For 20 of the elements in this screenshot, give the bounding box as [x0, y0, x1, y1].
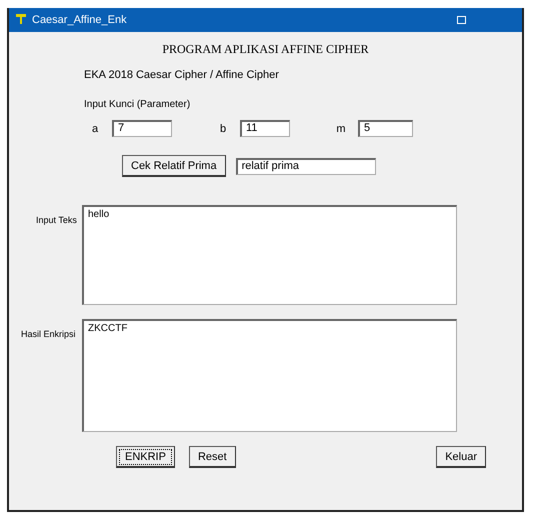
action-button[interactable]: Reset [188, 446, 236, 468]
output-text-area[interactable]: ZKCCTF [82, 319, 457, 432]
section-label: Input Kunci (Parameter) [84, 99, 192, 110]
heading: PROGRAM APLIKASI AFFINE CIPHER [161, 42, 370, 57]
param-label: a [90, 122, 100, 134]
result-field[interactable]: relatif prima [236, 158, 376, 174]
param-label: m [335, 122, 347, 134]
action-button[interactable]: ENKRIP [116, 446, 175, 468]
maximize-icon[interactable] [457, 16, 466, 24]
param-label: b [218, 122, 228, 134]
action-button[interactable]: Keluar [436, 446, 486, 468]
input-text-area[interactable]: hello [82, 205, 457, 305]
param-field[interactable]: 11 [240, 120, 290, 137]
param-field[interactable]: 7 [112, 120, 172, 137]
output-label: Hasil Enkripsi [20, 328, 77, 341]
window-title: Caesar_Affine_Enk [32, 14, 128, 26]
input-label: Input Teks [35, 214, 78, 227]
check-prime-button[interactable]: Cek Relatif Prima [122, 155, 226, 177]
param-field[interactable]: 5 [358, 120, 413, 137]
subtitle: EKA 2018 Caesar Cipher / Affine Cipher [84, 69, 280, 81]
